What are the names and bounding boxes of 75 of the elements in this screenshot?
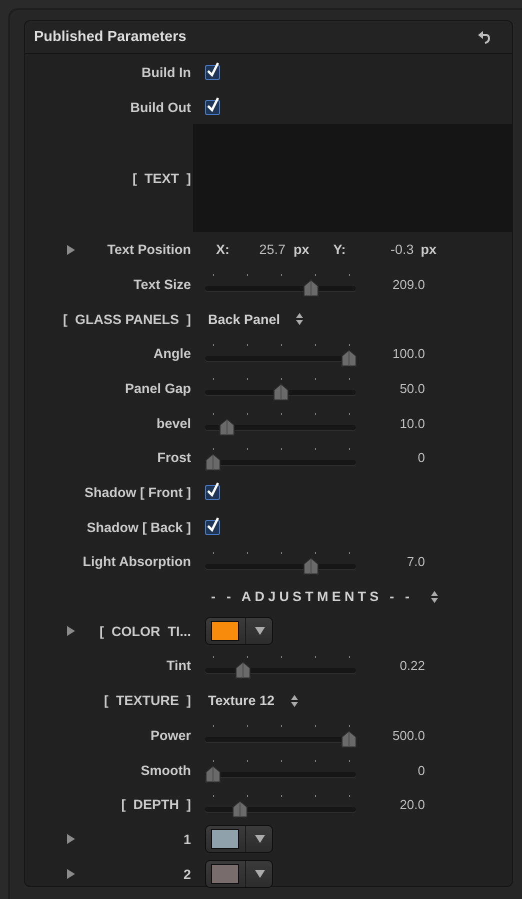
parameter-label: Light Absorption	[82, 554, 191, 570]
slider-track[interactable]	[205, 412, 356, 434]
popup-menu[interactable]: - - ADJUSTMENTS - -	[205, 589, 438, 604]
slider-thumb[interactable]	[341, 730, 357, 748]
parameter-label: Power	[150, 728, 191, 743]
slider-thumb[interactable]	[302, 279, 319, 298]
slider-value: 500.0	[391, 728, 425, 743]
parameter-label: [ COLOR TI...	[100, 624, 191, 639]
parameter-label: 1	[183, 832, 191, 847]
slider-value: 7.0	[406, 554, 425, 570]
parameter-label: Text Position	[107, 242, 191, 258]
disclosure-triangle-icon[interactable]	[65, 625, 77, 638]
parameter-label: [ DEPTH ]	[121, 797, 191, 812]
parameter-label: Shadow [ Front ]	[84, 485, 191, 500]
parameter-label: Frost	[157, 450, 191, 466]
checkbox[interactable]	[205, 100, 220, 115]
panel-title: Published Parameters	[34, 29, 186, 45]
parameter-label: Build Out	[130, 100, 191, 115]
x-value-field[interactable]: 25.7	[230, 242, 286, 258]
unit-label: px	[294, 242, 310, 258]
popup-menu[interactable]: Texture 12	[205, 693, 298, 708]
parameter-label: Build In	[142, 64, 191, 80]
parameter-label: Text Size	[133, 276, 191, 292]
slider-value: 20.0	[398, 797, 425, 812]
parameter-label: 2	[183, 866, 191, 882]
slider-thumb[interactable]	[341, 348, 357, 367]
parameter-label: Panel Gap	[124, 380, 191, 396]
stepper-icon	[290, 694, 298, 707]
slider-value: 10.0	[398, 416, 425, 431]
slider-value: 100.0	[391, 346, 425, 362]
slider-value: 0	[416, 450, 425, 466]
slider-track[interactable]	[205, 654, 356, 677]
caret-icon	[255, 870, 265, 878]
disclosure-triangle-icon[interactable]	[65, 833, 77, 846]
slider-value: 0.22	[398, 658, 425, 674]
x-label: X:	[216, 242, 230, 258]
disclosure-triangle-icon[interactable]	[65, 868, 77, 880]
popup-menu[interactable]: Back Panel	[205, 312, 304, 327]
parameter-label: Smooth	[140, 762, 191, 778]
stepper-icon	[296, 313, 304, 326]
slider-track[interactable]	[205, 550, 356, 573]
slider-track[interactable]	[205, 759, 356, 782]
stepper-icon	[431, 590, 438, 603]
disclosure-triangle-icon[interactable]	[65, 244, 77, 256]
slider-thumb[interactable]	[232, 800, 248, 818]
parameter-label: Tint	[166, 658, 191, 674]
parameter-label: Shadow [ Back ]	[86, 520, 191, 535]
undo-icon[interactable]	[478, 30, 490, 44]
slider-thumb[interactable]	[234, 660, 251, 679]
caret-icon	[255, 835, 265, 844]
slider-track[interactable]	[205, 446, 356, 469]
slider-value: 209.0	[391, 276, 425, 292]
parameter-label: [ TEXT ]	[132, 170, 191, 186]
checkbox[interactable]	[205, 520, 220, 535]
slider-thumb[interactable]	[218, 418, 235, 436]
slider-thumb[interactable]	[302, 556, 319, 575]
checkbox[interactable]	[205, 64, 220, 80]
slider-thumb[interactable]	[205, 452, 221, 471]
color-well[interactable]	[205, 825, 273, 854]
parameter-label: [ GLASS PANELS ]	[62, 312, 191, 327]
slider-value: 50.0	[398, 380, 425, 396]
slider-value: 0	[416, 762, 425, 778]
y-value-field[interactable]: -0.3	[346, 242, 414, 258]
slider-thumb[interactable]	[273, 383, 289, 402]
color-well[interactable]	[205, 617, 273, 646]
checkbox[interactable]	[205, 485, 220, 500]
unit-label: px	[420, 242, 437, 258]
color-well[interactable]	[205, 860, 273, 888]
y-label: Y:	[333, 242, 346, 258]
slider-thumb[interactable]	[205, 765, 221, 784]
parameter-label: Angle	[153, 346, 191, 362]
parameter-label: [ TEXTURE ]	[104, 693, 191, 708]
parameter-label: bevel	[156, 416, 191, 431]
caret-icon	[255, 627, 265, 636]
slider-track[interactable]	[205, 342, 356, 365]
